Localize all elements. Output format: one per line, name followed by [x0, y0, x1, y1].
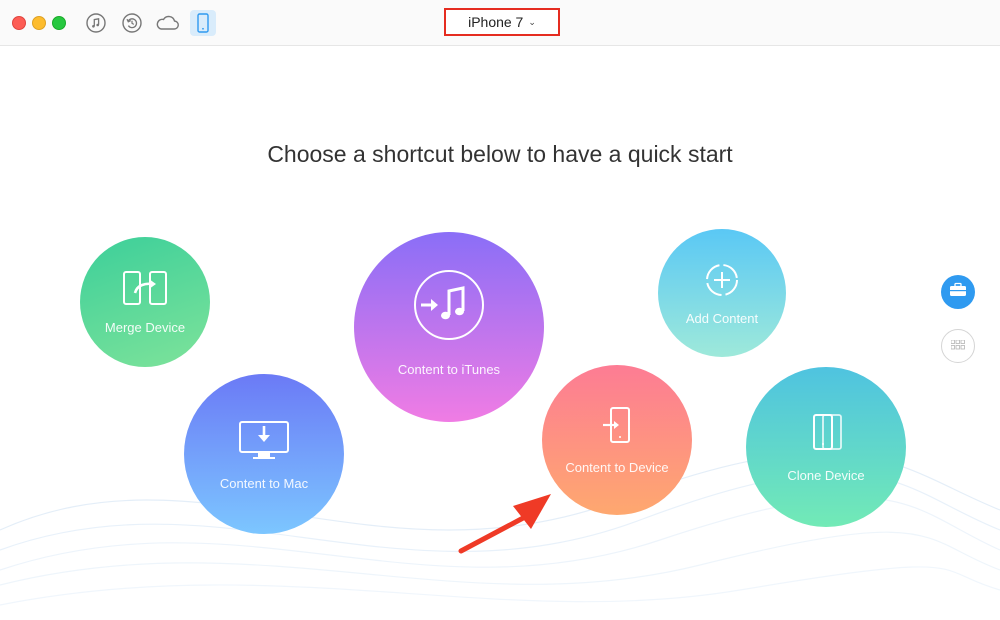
shortcut-label: Content to Mac: [219, 476, 309, 491]
chevron-down-icon: ⌄: [528, 16, 536, 27]
toolkit-button[interactable]: [941, 275, 975, 309]
close-window-button[interactable]: [12, 16, 26, 30]
add-circle-icon: [702, 260, 742, 305]
minimize-window-button[interactable]: [32, 16, 46, 30]
itunes-transfer-icon: [411, 267, 487, 348]
apps-grid-icon: [950, 337, 965, 355]
computer-download-icon: [236, 417, 292, 468]
merge-device-shortcut[interactable]: Merge Device: [80, 237, 210, 367]
shortcut-label: Merge Device: [104, 320, 186, 335]
merge-device-icon: [121, 269, 169, 314]
add-content-shortcut[interactable]: Add Content: [658, 229, 786, 357]
restore-icon: [121, 12, 143, 34]
apps-grid-button[interactable]: [941, 329, 975, 363]
phone-icon: [195, 12, 211, 34]
cloud-icon: [154, 13, 180, 33]
clone-device-shortcut[interactable]: Clone Device: [746, 367, 906, 527]
device-selector[interactable]: iPhone 7 ⌄: [444, 8, 560, 36]
annotation-arrow-icon: [458, 494, 551, 554]
title-bar: iPhone 7 ⌄: [0, 0, 1000, 46]
shortcut-label: Content to iTunes: [397, 362, 501, 377]
shortcut-label: Add Content: [685, 311, 759, 326]
music-manager-button[interactable]: [83, 10, 109, 36]
anytrans-window: iPhone 7 ⌄ Choose a shortcut below to ha…: [0, 0, 1000, 620]
device-name: iPhone 7: [468, 14, 524, 30]
content-to-itunes-shortcut[interactable]: Content to iTunes: [354, 232, 544, 422]
shortcut-label: Content to Device: [565, 460, 669, 475]
phone-import-icon: [597, 405, 637, 452]
music-note-icon: [85, 12, 107, 34]
device-manager-button[interactable]: [190, 10, 216, 36]
maximize-window-button[interactable]: [52, 16, 66, 30]
clone-device-icon: [806, 411, 846, 460]
backup-restore-button[interactable]: [119, 10, 145, 36]
icloud-button[interactable]: [154, 10, 180, 36]
page-headline: Choose a shortcut below to have a quick …: [267, 141, 733, 168]
toolkit-icon: [949, 282, 967, 303]
shortcut-label: Clone Device: [787, 468, 865, 483]
content-to-mac-shortcut[interactable]: Content to Mac: [184, 374, 344, 534]
